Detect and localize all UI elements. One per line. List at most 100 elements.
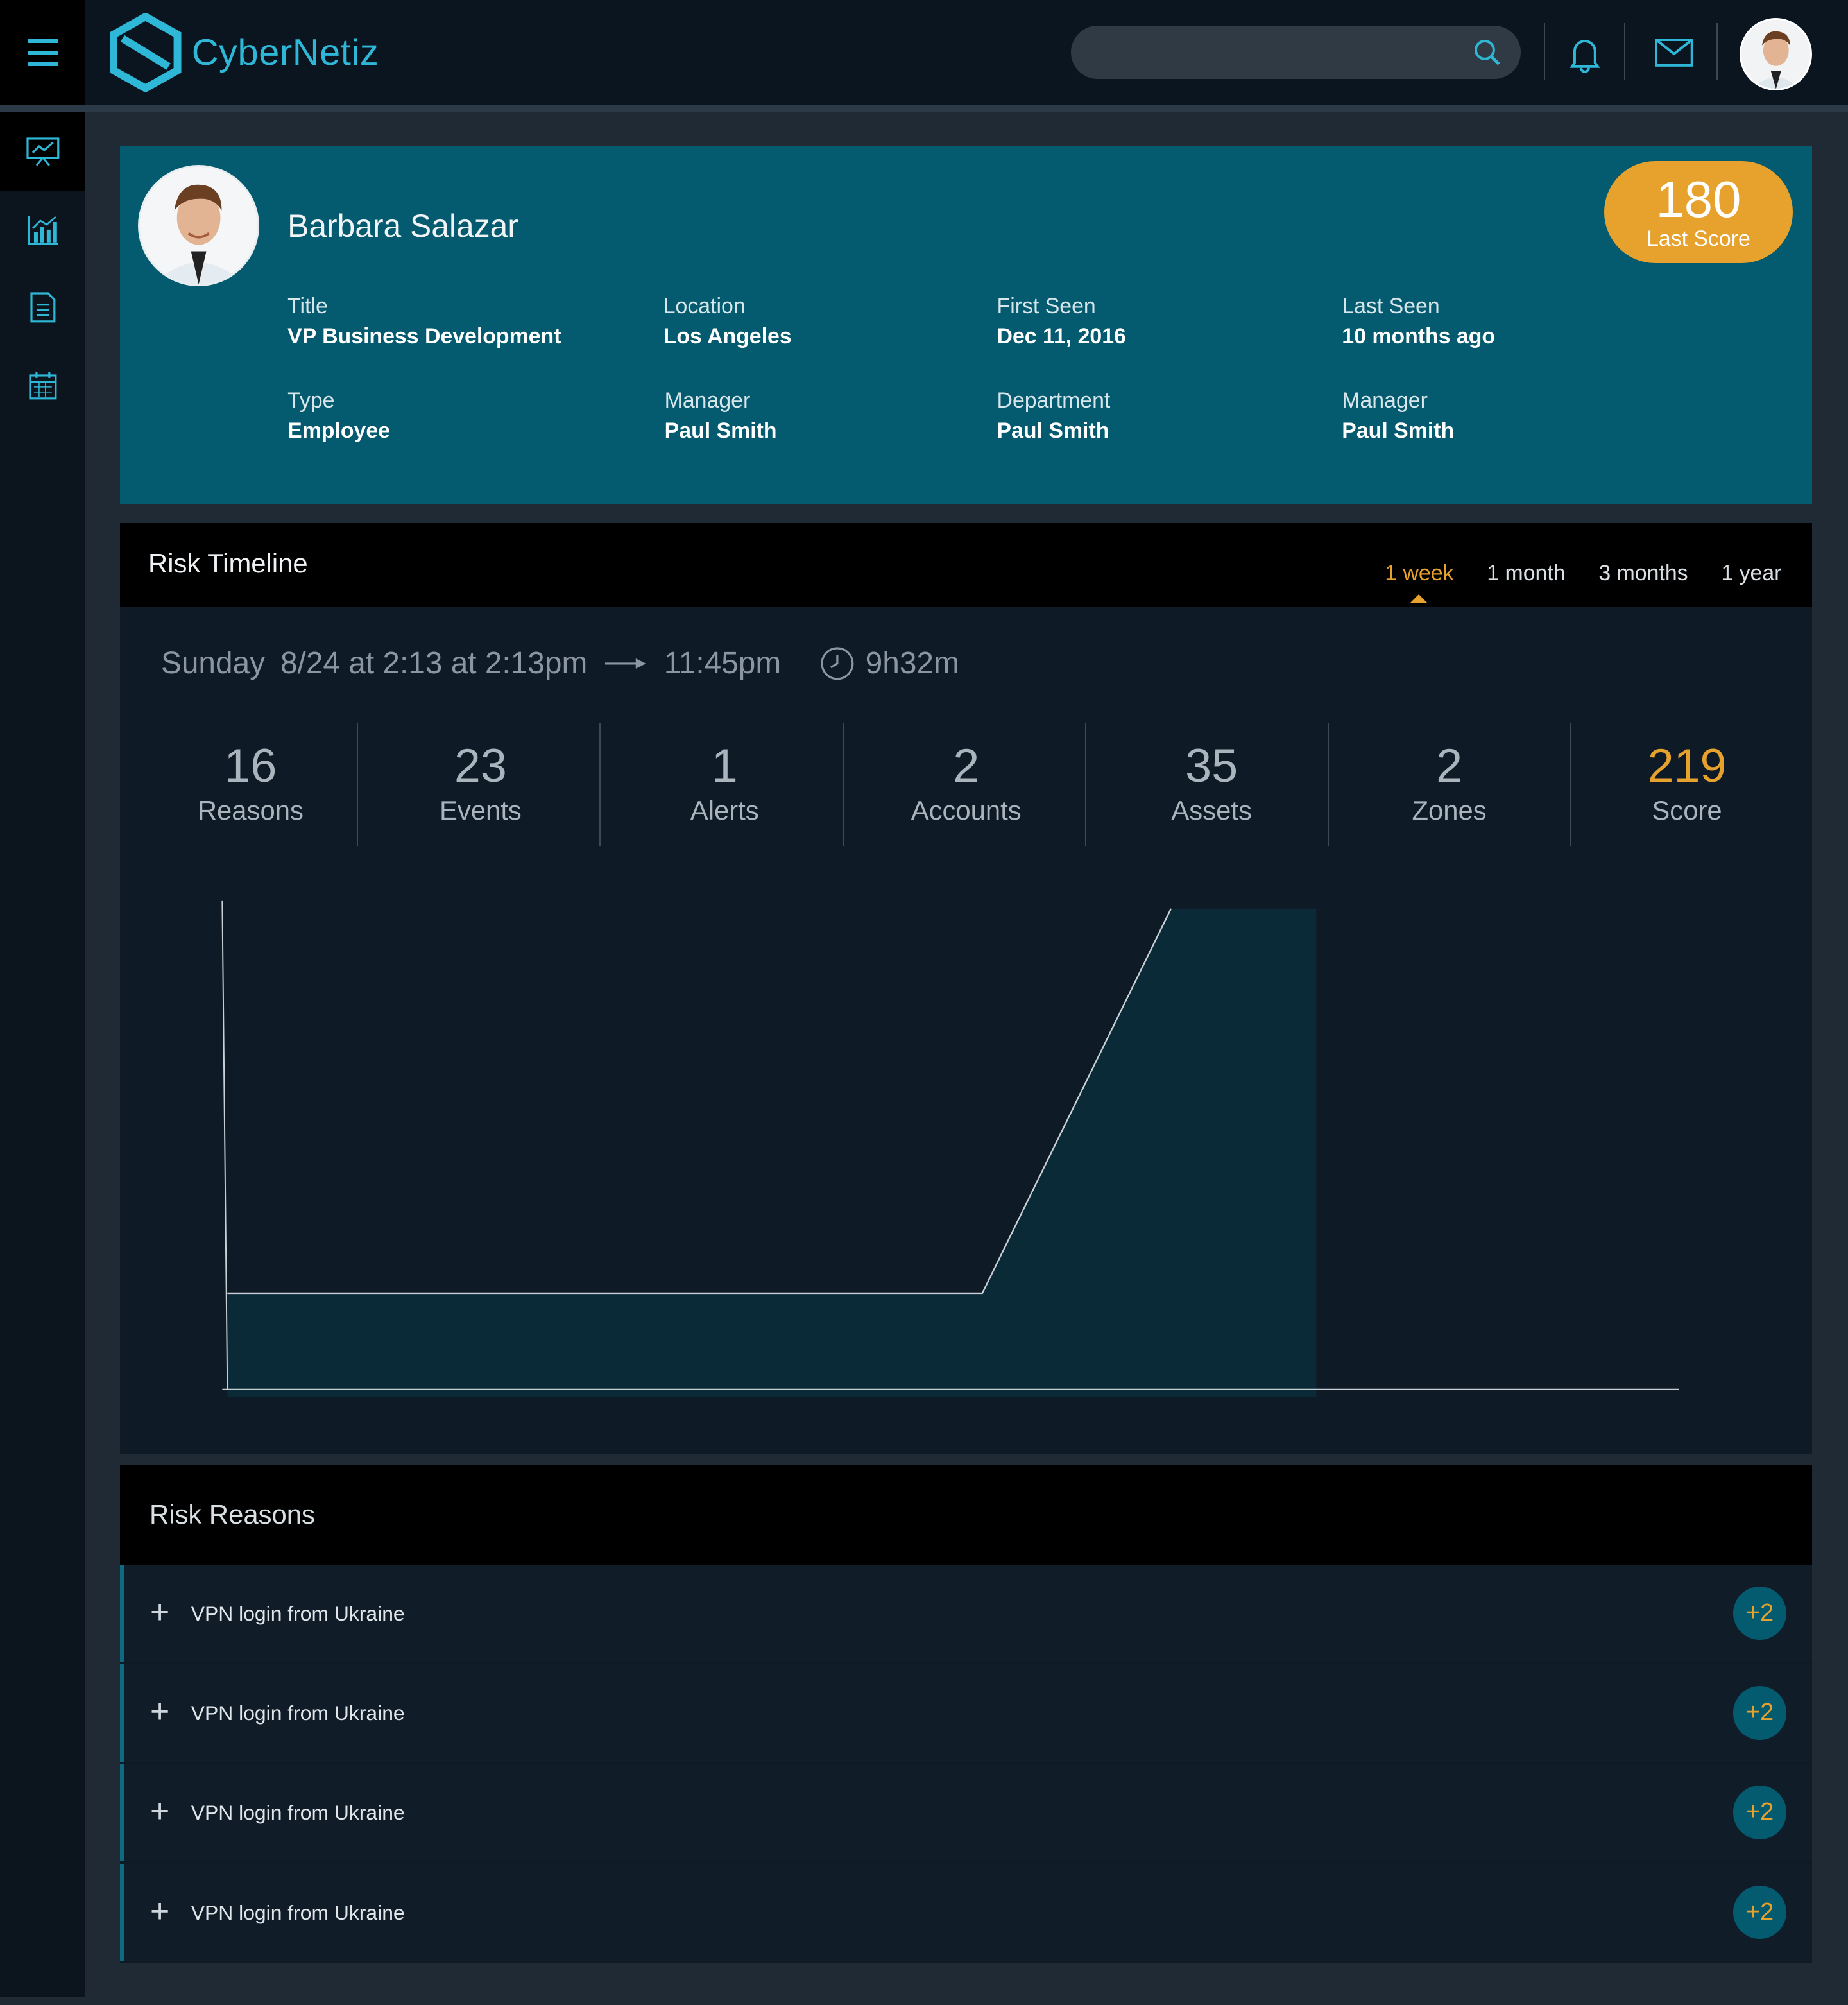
field-label: Location — [663, 294, 746, 319]
field-title: Title VP Business Development — [287, 294, 561, 349]
reason-text: VPN login from Ukraine — [191, 1701, 405, 1725]
plus-icon[interactable]: + — [150, 1694, 169, 1728]
field-label: Title — [287, 294, 328, 319]
profile-name: Barbara Salazar — [287, 207, 518, 244]
risk-reasons-header: Risk Reasons — [120, 1465, 1813, 1565]
time-range-tabs: 1 week 1 month 3 months 1 year — [1385, 561, 1781, 602]
field-last-seen: Last Seen 10 months ago — [1342, 294, 1495, 349]
field-location: Location Los Angeles — [663, 294, 792, 349]
field-manager: Manager Paul Smith — [665, 388, 777, 443]
logo[interactable]: CyberNetiz — [110, 12, 379, 92]
field-type: Type Employee — [287, 388, 390, 443]
field-manager-2: Manager Paul Smith — [1342, 388, 1454, 443]
sidebar-item-dashboard[interactable] — [0, 112, 86, 191]
arrow-right-icon — [603, 656, 649, 671]
range-start: 8/24 at 2:13 at 2:13pm — [280, 646, 588, 681]
profile-card: Barbara Salazar Title VP Business Develo… — [120, 146, 1813, 504]
risk-stats-row: 16 Reasons 23 Events 1 Alerts 2 Accounts… — [120, 723, 1812, 847]
sidebar-item-calendar[interactable] — [0, 347, 85, 424]
document-list-icon — [30, 292, 56, 323]
field-value: Los Angeles — [663, 324, 792, 349]
range-duration: 9h32m — [865, 646, 959, 681]
field-value: VP Business Development — [287, 324, 561, 349]
stat-score: 219 Score — [1598, 723, 1777, 846]
stat-value: 1 — [711, 739, 738, 793]
reason-count-badge[interactable]: +2 — [1733, 1885, 1787, 1940]
risk-reasons-title: Risk Reasons — [150, 1499, 315, 1530]
reason-text: VPN login from Ukraine — [191, 1801, 405, 1825]
stat-events: 23 Events — [391, 723, 570, 846]
field-value: Paul Smith — [664, 418, 777, 443]
risk-reasons-card: Risk Reasons + VPN login from Ukraine +2… — [120, 1465, 1813, 1964]
stat-value: 2 — [953, 739, 980, 793]
bell-icon[interactable] — [1567, 35, 1603, 78]
cybernetiz-logo-icon — [110, 12, 182, 92]
stat-divider — [1328, 723, 1330, 847]
mail-icon[interactable] — [1655, 38, 1693, 72]
user-avatar[interactable] — [1739, 17, 1813, 91]
reason-count-badge[interactable]: +2 — [1733, 1786, 1787, 1840]
stat-value: 35 — [1185, 739, 1238, 793]
stat-divider — [599, 723, 601, 847]
stat-zones: 2 Zones — [1360, 723, 1539, 846]
reason-row[interactable]: + VPN login from Ukraine +2 — [120, 1863, 1813, 1961]
header-divider — [1543, 22, 1545, 81]
field-value: Paul Smith — [997, 418, 1109, 443]
stat-label: Zones — [1412, 795, 1487, 825]
time-range-summary: Sunday 8/24 at 2:13 at 2:13pm 11:45pm 9h… — [161, 646, 959, 682]
top-bar: CyberNetiz — [0, 0, 1848, 112]
hamburger-icon — [27, 35, 58, 70]
sidebar-item-analytics[interactable] — [0, 191, 85, 268]
reason-row[interactable]: + VPN login from Ukraine +2 — [120, 1564, 1813, 1662]
risk-timeline-card: Risk Timeline 1 week 1 month 3 months 1 … — [120, 522, 1813, 1454]
risk-timeline-title: Risk Timeline — [148, 548, 308, 579]
tab-1-month[interactable]: 1 month — [1487, 561, 1565, 586]
stat-divider — [356, 723, 358, 847]
reason-text: VPN login from Ukraine — [191, 1900, 405, 1924]
reason-text: VPN login from Ukraine — [191, 1601, 405, 1625]
stat-accounts: 2 Accounts — [877, 723, 1056, 846]
tab-1-week[interactable]: 1 week — [1385, 561, 1454, 602]
stat-divider — [1084, 723, 1086, 847]
risk-timeline-chart — [221, 901, 1680, 1397]
tab-1-year[interactable]: 1 year — [1721, 561, 1781, 586]
header-divider — [1624, 22, 1626, 81]
stat-alerts: 1 Alerts — [635, 723, 814, 846]
reason-row[interactable]: + VPN login from Ukraine +2 — [120, 1664, 1813, 1762]
tab-3-months[interactable]: 3 months — [1598, 561, 1688, 586]
stat-divider — [842, 723, 844, 847]
plus-icon[interactable]: + — [150, 1595, 169, 1628]
stat-value: 23 — [454, 739, 507, 793]
field-value: Paul Smith — [1342, 418, 1455, 443]
stat-value: 16 — [224, 739, 277, 793]
reason-count-badge[interactable]: +2 — [1733, 1586, 1787, 1640]
plus-icon[interactable]: + — [150, 1894, 169, 1927]
field-label: Manager — [1342, 388, 1428, 413]
sidebar-item-reports[interactable] — [0, 268, 85, 346]
calendar-icon — [29, 371, 57, 399]
stat-label: Events — [439, 795, 522, 825]
stat-assets: 35 Assets — [1122, 723, 1301, 846]
last-score-value: 180 — [1656, 170, 1741, 228]
header-divider — [1716, 22, 1718, 81]
field-value: Dec 11, 2016 — [997, 324, 1126, 349]
search-icon[interactable] — [1472, 37, 1503, 73]
presentation-chart-icon — [26, 137, 60, 166]
search-bar[interactable] — [1071, 25, 1521, 80]
last-score-label: Last Score — [1647, 226, 1750, 251]
reason-count-badge[interactable]: +2 — [1733, 1686, 1787, 1740]
plus-icon[interactable]: + — [150, 1794, 169, 1827]
clock-icon — [819, 646, 855, 682]
field-label: Last Seen — [1342, 294, 1440, 319]
stat-label: Reasons — [197, 795, 304, 825]
stat-value: 219 — [1647, 739, 1727, 793]
reason-row[interactable]: + VPN login from Ukraine +2 — [120, 1764, 1813, 1861]
field-label: Department — [997, 388, 1111, 413]
range-end: 11:45pm — [663, 646, 782, 681]
field-label: First Seen — [997, 294, 1096, 319]
last-score-badge: 180 Last Score — [1604, 160, 1793, 264]
range-day: Sunday — [160, 646, 266, 681]
menu-button[interactable] — [0, 0, 86, 105]
field-label: Manager — [664, 388, 751, 413]
stat-label: Assets — [1171, 795, 1252, 825]
